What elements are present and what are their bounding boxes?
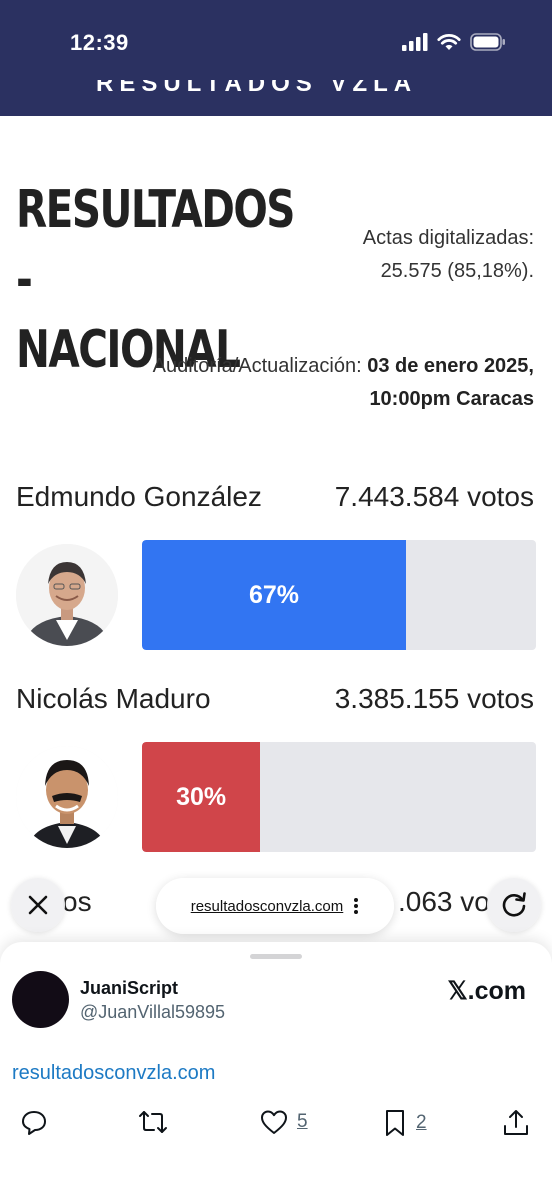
candidate-votes: 7.443.584 votos <box>334 481 534 512</box>
candidate-vote-bar-fill: 30% <box>142 742 261 852</box>
candidate-photo-avatar <box>16 746 118 848</box>
candidate-name: Edmundo González <box>16 481 262 512</box>
site-header: 12:39 RESULTADOS VZLA <box>0 0 552 116</box>
actas-summary: Actas digitalizadas: 25.575 (85,18%). <box>274 222 534 288</box>
actas-value: 25.575 (85,18%). <box>380 260 534 282</box>
tweet-link[interactable]: resultadosconvzla.com <box>12 1062 215 1085</box>
bookmark-icon <box>386 1110 404 1136</box>
audit-label: Auditoría/Actualización: <box>152 355 362 377</box>
url-bar[interactable]: resultadosconvzla.com <box>156 878 394 934</box>
vertical-dots-icon[interactable] <box>353 897 359 915</box>
share-button[interactable] <box>502 1108 530 1138</box>
candidate-percent-label: 67% <box>248 580 299 609</box>
battery-icon <box>470 33 505 51</box>
candidate-name: Nicolás Maduro <box>16 683 211 714</box>
candidate-votes: 3.385.155 votos <box>334 683 534 714</box>
sheet-grabber[interactable] <box>250 954 302 959</box>
repost-icon <box>139 1111 167 1133</box>
like-count: 5 <box>297 1111 308 1132</box>
status-time: 12:39 <box>70 30 129 55</box>
repost-button[interactable] <box>137 1108 169 1136</box>
bookmark-count: 2 <box>416 1112 427 1133</box>
cellular-signal-icon <box>402 33 428 51</box>
close-icon <box>28 895 48 915</box>
reload-button[interactable] <box>487 878 541 932</box>
reply-button[interactable] <box>20 1108 48 1136</box>
reply-icon <box>22 1111 46 1135</box>
tweet-handle[interactable]: @JuanVillal59895 <box>80 1002 225 1023</box>
candidate-vote-bar-fill: 67% <box>142 540 406 650</box>
status-icons <box>402 33 506 51</box>
candidate-photo-avatar <box>16 544 118 646</box>
like-button[interactable]: 5 <box>259 1108 308 1136</box>
audit-time: 10:00pm Caracas <box>369 388 534 410</box>
candidate-vote-bar: 30% <box>142 742 536 852</box>
candidate-name-partial: os <box>62 886 92 917</box>
audit-date: 03 de enero 2025, <box>367 355 534 377</box>
bookmark-button[interactable]: 2 <box>382 1108 427 1138</box>
avatar[interactable] <box>12 971 69 1028</box>
site-logo[interactable]: RESULTADOS VZLA <box>96 80 416 96</box>
heart-icon <box>261 1110 287 1134</box>
tweet-actions: 5 2 <box>0 1108 552 1148</box>
close-button[interactable] <box>11 878 65 932</box>
x-logo[interactable]: 𝕏.com <box>448 976 527 1006</box>
candidate-vote-bar: 67% <box>142 540 536 650</box>
candidate-percent-label: 30% <box>176 782 227 811</box>
actas-label: Actas digitalizadas: <box>362 227 534 249</box>
url-text[interactable]: resultadosconvzla.com <box>191 898 344 915</box>
share-icon <box>504 1110 528 1135</box>
tweet-display-name[interactable]: JuaniScript <box>80 978 178 999</box>
candidate-votes-partial: .063 vo <box>398 886 490 917</box>
page-title-line-1: RESULTADOS - <box>16 180 295 310</box>
reload-icon <box>502 892 526 917</box>
audit-info: Auditoría/Actualización: 03 de enero 202… <box>54 350 534 416</box>
wifi-icon <box>437 34 461 50</box>
